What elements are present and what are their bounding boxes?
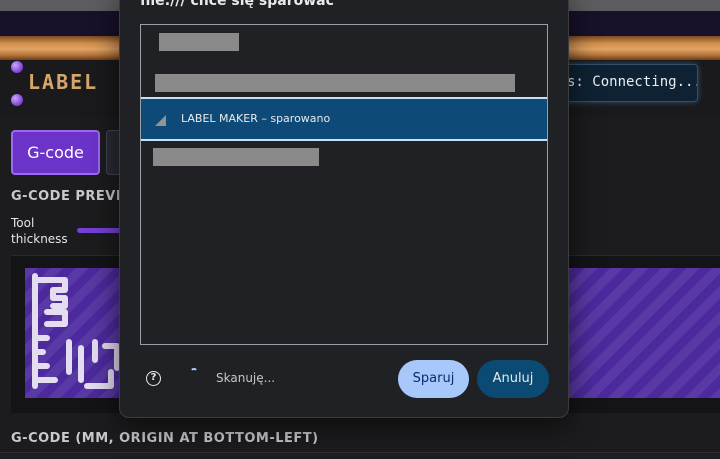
signal-strength-icon bbox=[155, 115, 166, 126]
connection-status: s: Connecting... bbox=[552, 64, 698, 102]
device-row-selected[interactable]: LABEL MAKER – sparowano bbox=[141, 97, 547, 141]
cancel-button[interactable]: Anuluj bbox=[477, 360, 549, 398]
gcode-section-title: G-CODE (MM, ORIGIN AT BOTTOM-LEFT) bbox=[11, 431, 319, 446]
tool-thickness-label: Tool thickness bbox=[11, 215, 81, 247]
pair-button[interactable]: Sparuj bbox=[398, 360, 469, 398]
redacted-device-name bbox=[155, 74, 515, 92]
divider bbox=[0, 452, 720, 459]
help-icon[interactable]: ? bbox=[146, 371, 161, 386]
device-list[interactable]: LABEL MAKER – sparowano bbox=[140, 24, 548, 345]
pairing-dialog: file:/// chce się sparować LABEL MAKER –… bbox=[119, 0, 569, 418]
tab-gcode[interactable]: G-code bbox=[11, 130, 100, 175]
redacted-device-name bbox=[153, 148, 319, 166]
device-name: LABEL MAKER – sparowano bbox=[181, 112, 331, 125]
redacted-device-name bbox=[159, 33, 239, 51]
purple-dot-icon bbox=[11, 94, 23, 106]
scanning-status: Skanuję... bbox=[216, 371, 276, 385]
dialog-title: file:/// chce się sparować bbox=[140, 0, 334, 9]
tool-thickness-text: Tool thickness bbox=[11, 216, 68, 246]
device-row[interactable] bbox=[141, 141, 547, 185]
app-logo: LABEL bbox=[28, 70, 99, 94]
gcode-preview-title: G-CODE PREVIE bbox=[11, 189, 131, 204]
loading-spinner-icon bbox=[190, 368, 198, 376]
purple-dot-icon bbox=[11, 61, 23, 73]
